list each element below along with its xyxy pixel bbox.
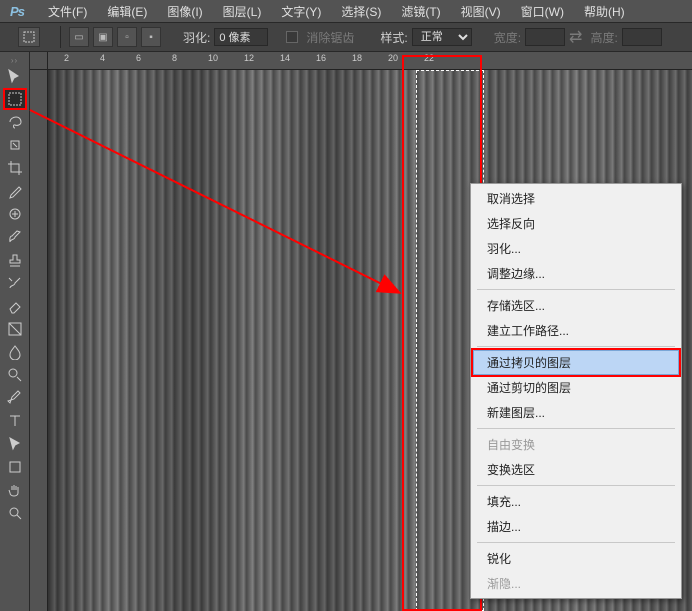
context-menu-item[interactable]: 新建图层... [473, 400, 679, 425]
ruler-tick: 14 [280, 53, 290, 63]
context-menu-item[interactable]: 羽化... [473, 236, 679, 261]
blur-tool[interactable] [3, 341, 27, 363]
ruler-tick: 8 [172, 53, 177, 63]
options-bar: ▭ ▣ ▫ ▪ 羽化: 消除锯齿 样式: 正常 宽度: ⇄ 高度: [0, 22, 692, 52]
height-input [622, 28, 662, 46]
context-menu-item[interactable]: 取消选择 [473, 186, 679, 211]
hand-tool[interactable] [3, 479, 27, 501]
gradient-tool[interactable] [3, 318, 27, 340]
context-menu-item[interactable]: 通过剪切的图层 [473, 375, 679, 400]
menu-select[interactable]: 选择(S) [331, 3, 391, 20]
context-menu-item[interactable]: 描边... [473, 514, 679, 539]
zoom-tool[interactable] [3, 502, 27, 524]
pen-tool[interactable] [3, 387, 27, 409]
style-select[interactable]: 正常 [412, 28, 472, 46]
context-menu-separator [477, 346, 675, 347]
menu-type[interactable]: 文字(Y) [271, 3, 331, 20]
context-menu-separator [477, 542, 675, 543]
swap-icon: ⇄ [569, 27, 582, 47]
ruler-tick: 6 [136, 53, 141, 63]
antialias-label: 消除锯齿 [306, 29, 354, 46]
mode-new-selection-icon[interactable]: ▭ [69, 27, 89, 47]
menu-help[interactable]: 帮助(H) [574, 3, 635, 20]
context-menu-item[interactable]: 变换选区 [473, 457, 679, 482]
current-tool-icon[interactable] [18, 27, 40, 47]
ruler-horizontal[interactable]: 2 4 6 8 10 12 14 16 18 20 22 [48, 52, 692, 70]
marquee-tool[interactable] [3, 88, 27, 110]
quick-select-tool[interactable] [3, 134, 27, 156]
antialias-checkbox [286, 31, 298, 43]
ruler-corner [30, 52, 48, 70]
mode-add-selection-icon[interactable]: ▣ [93, 27, 113, 47]
menu-image[interactable]: 图像(I) [157, 3, 212, 20]
width-input [525, 28, 565, 46]
brush-tool[interactable] [3, 226, 27, 248]
dodge-tool[interactable] [3, 364, 27, 386]
context-menu-item[interactable]: 建立工作路径... [473, 318, 679, 343]
menu-layer[interactable]: 图层(L) [213, 3, 272, 20]
history-brush-tool[interactable] [3, 272, 27, 294]
ruler-tick: 4 [100, 53, 105, 63]
ruler-tick: 16 [316, 53, 326, 63]
mode-subtract-selection-icon[interactable]: ▫ [117, 27, 137, 47]
mode-intersect-selection-icon[interactable]: ▪ [141, 27, 161, 47]
ruler-tick: 2 [64, 53, 69, 63]
style-label: 样式: [380, 29, 407, 46]
context-menu-item[interactable]: 通过拷贝的图层 [473, 350, 679, 375]
height-label: 高度: [590, 29, 617, 46]
menu-filter[interactable]: 滤镜(T) [391, 3, 450, 20]
menu-file[interactable]: 文件(F) [38, 3, 97, 20]
toolbar-grip[interactable]: ›› [0, 56, 29, 64]
divider [60, 26, 61, 48]
menu-edit[interactable]: 编辑(E) [97, 3, 157, 20]
context-menu-item[interactable]: 锐化 [473, 546, 679, 571]
context-menu-item[interactable]: 填充... [473, 489, 679, 514]
context-menu-separator [477, 289, 675, 290]
feather-label: 羽化: [183, 29, 210, 46]
context-menu-separator [477, 428, 675, 429]
eraser-tool[interactable] [3, 295, 27, 317]
stamp-tool[interactable] [3, 249, 27, 271]
move-tool[interactable] [3, 65, 27, 87]
width-label: 宽度: [494, 29, 521, 46]
context-menu-item[interactable]: 选择反向 [473, 211, 679, 236]
context-menu-item: 自由变换 [473, 432, 679, 457]
context-menu-separator [477, 485, 675, 486]
lasso-tool[interactable] [3, 111, 27, 133]
ruler-tick: 18 [352, 53, 362, 63]
menubar: Ps 文件(F) 编辑(E) 图像(I) 图层(L) 文字(Y) 选择(S) 滤… [0, 0, 692, 22]
eyedropper-tool[interactable] [3, 180, 27, 202]
ruler-tick: 22 [424, 53, 434, 63]
feather-input[interactable] [214, 28, 268, 46]
shape-tool[interactable] [3, 456, 27, 478]
ruler-tick: 10 [208, 53, 218, 63]
ruler-vertical[interactable] [30, 52, 48, 611]
menu-view[interactable]: 视图(V) [451, 3, 511, 20]
crop-tool[interactable] [3, 157, 27, 179]
app-logo: Ps [4, 2, 30, 20]
annotation-menu-highlight: 通过拷贝的图层 [471, 348, 681, 377]
tool-palette: ›› [0, 52, 30, 611]
type-tool[interactable] [3, 410, 27, 432]
context-menu: 取消选择选择反向羽化...调整边缘... 存储选区...建立工作路径... 通过拷贝… [470, 183, 682, 599]
context-menu-item: 渐隐... [473, 571, 679, 596]
heal-tool[interactable] [3, 203, 27, 225]
ruler-tick: 20 [388, 53, 398, 63]
menu-window[interactable]: 窗口(W) [511, 3, 574, 20]
context-menu-item[interactable]: 调整边缘... [473, 261, 679, 286]
ruler-tick: 12 [244, 53, 254, 63]
context-menu-item[interactable]: 存储选区... [473, 293, 679, 318]
path-select-tool[interactable] [3, 433, 27, 455]
